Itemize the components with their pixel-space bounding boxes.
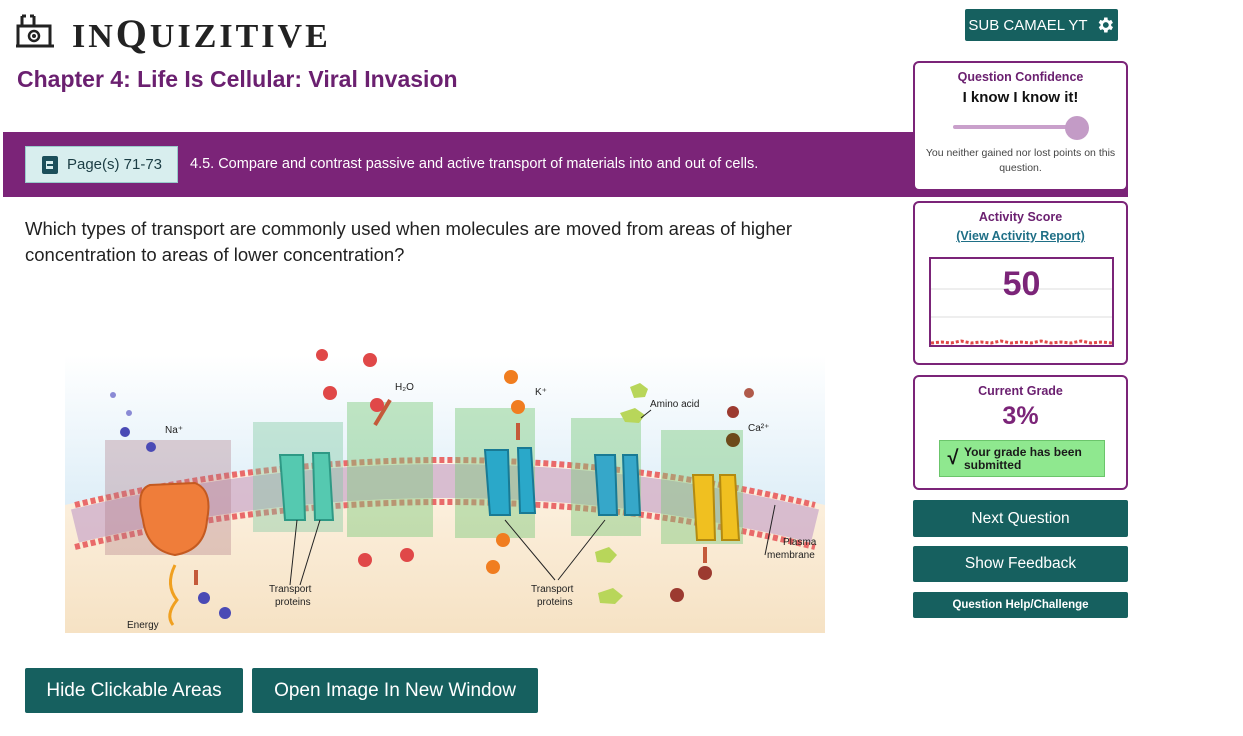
current-grade-panel: Current Grade 3% √ Your grade has been s… <box>913 375 1128 490</box>
pages-button[interactable]: Page(s) 71-73 <box>25 146 178 183</box>
chapter-title: Chapter 4: Life Is Cellular: Viral Invas… <box>17 66 458 92</box>
check-icon: √ <box>947 447 959 469</box>
slider-thumb[interactable] <box>1064 116 1089 140</box>
user-name: SUB CAMAEL YT <box>968 16 1088 34</box>
confidence-value: I know I know it! <box>962 89 1079 106</box>
label-energy: Energy <box>127 620 159 631</box>
inquizitive-logo: INQUIZITIVE <box>14 10 331 56</box>
question-text: Which types of transport are commonly us… <box>25 218 793 265</box>
gear-icon <box>1098 17 1113 33</box>
confidence-slider[interactable] <box>952 116 1089 140</box>
label-water: H₂O <box>395 382 414 393</box>
label-transport-2a: Transport <box>531 584 574 595</box>
label-na: Na⁺ <box>165 425 183 436</box>
label-ca: Ca²⁺ <box>748 423 769 434</box>
view-activity-report-link[interactable]: (View Activity Report) <box>915 229 1126 243</box>
label-transport-1b: proteins <box>275 597 311 608</box>
open-image-button[interactable]: Open Image In New Window <box>252 668 538 713</box>
activity-score-title: Activity Score <box>978 210 1063 224</box>
confidence-panel: Question Confidence I know I know it! Yo… <box>913 61 1128 191</box>
activity-score-panel: Activity Score (View Activity Report) 50 <box>913 201 1128 365</box>
membrane-transport-figure[interactable]: Na⁺ H₂O K⁺ Amino acid Ca²⁺ Energy Transp… <box>65 315 825 633</box>
confidence-note: You neither gained nor lost points on th… <box>925 147 1116 174</box>
label-transport-1a: Transport <box>269 584 312 595</box>
slider-track <box>952 125 1075 129</box>
label-plasma-a: Plasma <box>783 537 817 548</box>
grade-submitted-badge: √ Your grade has been submitted <box>939 440 1105 477</box>
logo-mascot-icon <box>16 14 54 48</box>
label-k: K⁺ <box>535 387 547 398</box>
pages-label: Page(s) 71-73 <box>66 156 163 173</box>
label-amino-acid: Amino acid <box>650 399 699 410</box>
show-feedback-button[interactable]: Show Feedback <box>913 546 1128 582</box>
logo-wordmark: INQUIZITIVE <box>72 10 331 56</box>
score-chart: 50 <box>929 257 1114 347</box>
current-grade-value: 3% <box>1002 402 1039 430</box>
learning-objective: 4.5. Compare and contrast passive and ac… <box>190 156 759 172</box>
clickable-area-water[interactable] <box>347 402 433 537</box>
user-menu-button[interactable]: SUB CAMAEL YT <box>965 9 1118 41</box>
confidence-title: Question Confidence <box>957 70 1084 84</box>
question-help-button[interactable]: Question Help/Challenge <box>913 592 1128 618</box>
label-transport-2b: proteins <box>537 597 573 608</box>
next-question-button[interactable]: Next Question <box>913 500 1128 537</box>
grade-status-text: Your grade has been submitted <box>963 444 1082 472</box>
hide-clickable-areas-button[interactable]: Hide Clickable Areas <box>25 668 243 713</box>
activity-score-value: 50 <box>1002 265 1041 303</box>
label-plasma-b: membrane <box>767 550 815 561</box>
current-grade-title: Current Grade <box>978 384 1063 398</box>
ebook-icon <box>41 155 58 174</box>
